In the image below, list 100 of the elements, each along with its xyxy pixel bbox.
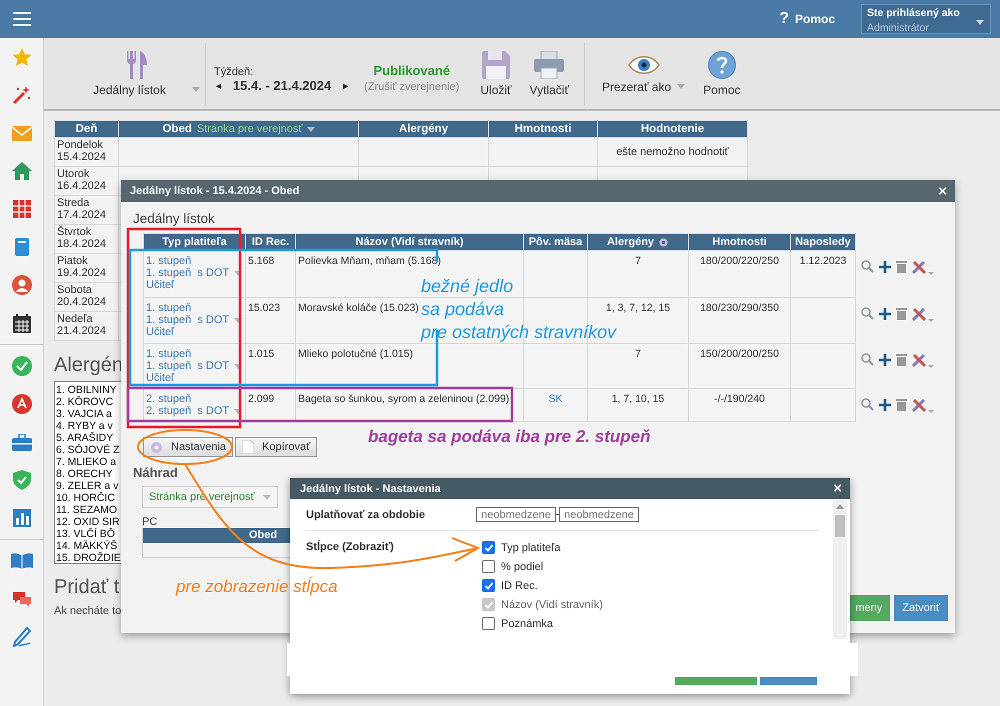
day-cell: Nedeľa 21.4.2024 [54,312,118,340]
checkbox[interactable] [482,560,495,573]
close-button[interactable]: × [938,184,947,198]
caret-icon [262,494,271,500]
checkbox-label: Typ platiteľa [501,542,560,554]
settings-button[interactable]: Nastavenia [143,437,234,457]
search-icon[interactable] [861,398,874,411]
envelope-icon[interactable] [12,126,32,140]
fork-knife-icon [124,50,148,78]
table-cell: 7 [588,250,688,298]
column-header: Typ platiteľa [144,234,246,250]
week-range: 15.4. - 21.4.2024 [232,78,332,93]
save-button[interactable]: meny [847,595,890,621]
close-button[interactable]: × [833,481,842,496]
column-header: Alergény [588,234,688,250]
field-label: Stĺpce (Zobraziť) [306,541,395,553]
house-icon[interactable] [12,162,32,180]
caret-icon [192,87,200,92]
user-dropdown[interactable]: Ste prihlásený ako Administrátor [861,4,991,34]
help-button[interactable]: Pomoc [694,50,750,96]
copy-button[interactable]: Kopírovať [235,437,318,457]
caret-icon [234,271,242,276]
close-button[interactable]: Zatvoriť [894,595,948,621]
plus-icon[interactable] [879,354,891,366]
chat-icon[interactable] [12,590,32,608]
dialog-title: Jedálny lístok - 15.4.2024 - Obed [130,185,300,197]
tools-icon[interactable] [912,258,934,274]
filter-dropdown[interactable]: Stránka pre verejnosť [196,123,314,135]
next-week-button[interactable]: ► [341,80,350,90]
help-link[interactable]: ? Pomoc [773,9,841,29]
floppy-icon [482,50,510,78]
caret-icon [677,84,686,89]
table-cell: -/-/190/240 [688,388,790,422]
tools-icon[interactable] [912,352,934,368]
person-icon[interactable] [12,275,32,295]
column-header: ID Rec. [246,234,296,250]
column-header: Názov (Vidí stravník) [296,234,524,250]
trash-icon[interactable] [896,307,907,320]
star-icon[interactable] [12,48,32,66]
shield-icon[interactable] [12,470,30,490]
checkbox[interactable] [482,541,495,554]
tools-icon[interactable] [912,396,934,412]
table-cell: 7 [588,344,688,388]
menu-icon[interactable] [13,12,31,26]
table-cell: 5.168 [246,250,296,298]
scroll-up-icon[interactable] [836,504,844,509]
gear-icon [658,236,670,248]
checkbox[interactable] [482,579,495,592]
scrollbar-thumb[interactable] [835,515,845,537]
payer-type-select[interactable]: 2. stupeň 2. stupeň s DOT [144,388,246,422]
plus-icon[interactable] [879,308,891,320]
open-book-icon[interactable] [10,553,32,569]
allergen-item: 14. MÄKKÝŠ [56,540,118,552]
column-header: Hmotnosti [488,120,598,138]
checkbox[interactable] [482,617,495,630]
allergen-item: 7. MLIEKO a [56,456,116,468]
grid-icon[interactable] [12,200,30,218]
previous-week-button[interactable]: ◄ [214,80,223,90]
allergen-item: 10. HORČIC [56,492,115,504]
table-cell: 150/200/200/250 [688,344,790,388]
day-cell: Sobota 20.4.2024 [54,282,118,312]
allergen-item: 2. KÔROVC [56,396,114,408]
dialog-title: Jedálny lístok - Nastavenia [300,482,441,494]
badge-icon[interactable] [12,394,32,414]
pen-icon[interactable] [12,627,30,647]
plus-icon[interactable] [879,398,891,410]
trash-icon[interactable] [896,353,907,366]
book-icon[interactable] [14,238,28,256]
allergen-item: 4. RYBY a v [56,420,113,432]
menu-dropdown[interactable]: Jedálny lístok [74,50,199,96]
origin-link[interactable]: SK [548,393,562,405]
view-as-dropdown[interactable]: Prezerať ako [592,54,694,94]
checkbox-label: Názov (Vidí stravník) [501,598,603,610]
bar-chart-icon[interactable] [12,509,30,527]
briefcase-icon[interactable] [12,434,32,450]
day-cell: Štvrtok 18.4.2024 [54,224,118,254]
search-icon[interactable] [861,260,874,273]
search-icon[interactable] [861,307,874,320]
date-field[interactable]: neobmedzene [476,507,556,522]
payer-type-select[interactable]: 1. stupeň 1. stupeň s DOT Učiteľ [144,250,246,298]
user-label: Ste prihlásený ako [867,7,961,19]
caret-icon [234,409,242,414]
field-label: Uplatňovať za obdobie [306,508,426,520]
allergen-item: 6. SÓJOVÉ Z [56,444,120,456]
tools-icon[interactable] [912,306,934,322]
payer-type-select[interactable]: 1. stupeň 1. stupeň s DOT Učiteľ [144,298,246,344]
check-circle-icon[interactable] [12,356,32,376]
checkbox-label: Poznámka [501,618,553,630]
trash-icon[interactable] [896,260,907,273]
printer-icon [534,50,564,78]
trash-icon[interactable] [896,398,907,411]
search-icon[interactable] [861,353,874,366]
magic-wand-icon[interactable] [12,85,32,105]
plus-icon[interactable] [879,260,891,272]
publish-status: Publikované [373,62,450,78]
print-button[interactable]: Vytlačiť [520,50,578,96]
save-button[interactable]: Uložiť [471,50,521,96]
column-header: Pôv. mäsa [524,234,588,250]
calendar-icon[interactable] [12,314,30,332]
date-field[interactable]: neobmedzene [559,507,639,522]
